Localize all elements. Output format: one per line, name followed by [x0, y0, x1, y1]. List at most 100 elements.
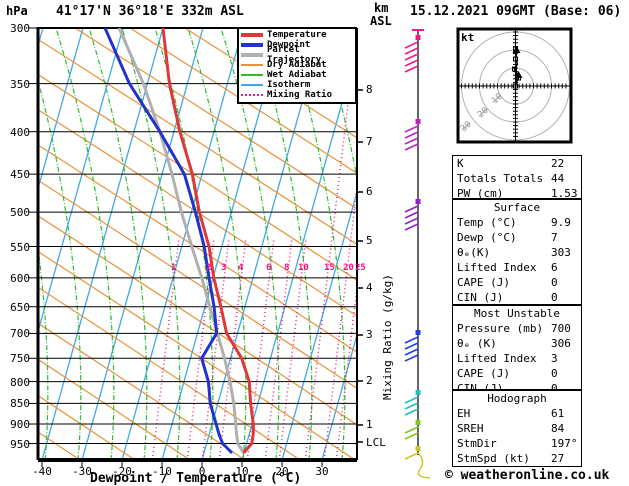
table-row-value: 44: [551, 172, 565, 185]
table-row: CAPE (J) 0: [453, 275, 581, 290]
table-row: Dewp (°C) 7: [453, 230, 581, 245]
mixing-ratio-value-label: 2: [206, 263, 212, 273]
mixing-ratio-legend-swatch: [241, 94, 263, 96]
table-row-label: Lifted Index: [457, 261, 537, 274]
km-tick-label: 5: [366, 234, 373, 247]
table-row: CAPE (J) 0: [453, 366, 581, 381]
dewpoint-legend-swatch: [241, 43, 263, 47]
km-axis-unit: km: [374, 1, 389, 15]
wind-barb-feather: [404, 432, 419, 440]
table-header-hodograph: Hodograph: [487, 392, 547, 405]
temp-tick-label: -30: [72, 465, 92, 478]
pressure-tick-label: 550: [10, 240, 30, 254]
table-row-label: CAPE (J): [457, 367, 510, 380]
km-tick-label: 4: [366, 281, 373, 294]
temp-tick-label: 30: [315, 465, 329, 478]
table-hodograph: Hodograph EH 61 SREH 84 StmDir 197° StmSpd (kt)…: [452, 390, 582, 467]
table-row: Temp (°C) 9.9: [453, 215, 581, 230]
wind-barb-level-marker: [415, 446, 421, 451]
temp-tick-label: 0: [198, 465, 206, 478]
mixing-ratio-value-label: 1: [171, 263, 177, 273]
mixing-ratio-value-label: 25: [355, 263, 366, 273]
temp-tick-label: -40: [32, 465, 52, 478]
pressure-tick-label: 650: [10, 300, 30, 314]
legend-item: Parcel Trajectory: [241, 45, 355, 65]
wind-barb-feather: [404, 205, 419, 213]
page-title: 41°17'N 36°18'E 332m ASL: [56, 4, 244, 19]
temp-tick-label: 10: [235, 465, 249, 478]
wind-barb-curl: [417, 452, 431, 479]
table-row-label: EH: [457, 407, 471, 420]
table-surface: Surface Temp (°C) 9.9 Dewp (°C) 7 θₑ(K) 303 Lif…: [452, 199, 582, 305]
table-row: K 22: [453, 156, 581, 171]
mixing-ratio-value-label: 3: [221, 263, 227, 273]
wind-barb: [404, 29, 424, 73]
legend-item-label: Temperature: [267, 30, 327, 40]
wind-barb-level-marker: [415, 330, 421, 335]
table-row: Totals Totals 44: [453, 171, 581, 186]
dry-adiabat-legend-swatch: [241, 64, 263, 66]
table-row-value: 0: [551, 367, 558, 380]
wind-barb-level-marker: [415, 390, 421, 395]
wind-barb: [404, 446, 431, 479]
pressure-tick-label: 600: [10, 271, 30, 285]
table-row-value: 27: [551, 452, 565, 465]
table-row-value: 306: [551, 337, 571, 350]
table-row-value: 22: [551, 157, 565, 170]
table-row: Lifted Index 6: [453, 260, 581, 275]
table-row-label: Pressure (mb): [457, 322, 544, 335]
pressure-tick-label: 900: [10, 418, 30, 432]
table-row-value: 6: [551, 261, 558, 274]
hodograph-unit-label: kt: [461, 31, 475, 44]
table-row: EH 61: [453, 406, 581, 421]
parcel-trajectory-legend-swatch: [241, 53, 263, 57]
wind-barb-feather: [404, 65, 419, 73]
mixing-ratio-line: [151, 239, 180, 460]
table-row-value: 61: [551, 407, 565, 420]
asl-axis-unit: ASL: [370, 14, 392, 28]
wind-barb-feather: [404, 402, 419, 410]
wind-barb-level-marker: [415, 35, 421, 40]
isotherm-legend-swatch: [241, 84, 263, 86]
copyright-link[interactable]: © weatheronline.co.uk: [445, 468, 609, 483]
km-tick-label: 6: [366, 185, 373, 198]
isotherm-line: [81, 28, 204, 460]
km-tick-label: 8: [366, 83, 373, 96]
pressure-tick-label: 950: [10, 437, 30, 451]
pressure-tick-label: 850: [10, 397, 30, 411]
table-header-surface: Surface: [493, 201, 541, 214]
wind-barb-feather: [404, 143, 419, 151]
wind-barb-feather: [404, 342, 419, 350]
table-row: θₑ(K) 303: [453, 245, 581, 260]
pressure-tick-label: 700: [10, 327, 30, 341]
table-row: CIN (J) 0: [453, 290, 581, 305]
table-row: StmDir 197°: [453, 436, 581, 451]
mixing-ratio-value-label: 8: [284, 263, 290, 273]
wind-barb-feather: [404, 125, 419, 133]
wind-barb-feather: [404, 47, 419, 55]
mixing-ratio-value-label: 15: [324, 263, 335, 273]
legend-item: Temperature: [241, 30, 355, 40]
wind-barb-feather: [404, 426, 419, 434]
legend-item-label: Dry Adiabat: [267, 60, 327, 70]
wind-barb-level-marker: [415, 119, 421, 124]
table-row-value: 197°: [551, 437, 578, 450]
pressure-tick-label: 450: [10, 168, 30, 182]
table-row-label: θₑ(K): [457, 246, 491, 259]
wind-barb-feather: [404, 211, 419, 219]
table-most-unstable: Most Unstable Pressure (mb) 700 θₑ (K) 306 Li…: [452, 305, 582, 395]
wind-barb-feather: [404, 348, 419, 356]
wind-barb-feather: [404, 137, 419, 145]
table-row-value: 9.9: [551, 216, 571, 229]
wind-barb-feather: [404, 396, 419, 404]
table-row-label: K: [457, 157, 464, 170]
table-row-label: Totals Totals: [457, 172, 544, 185]
wind-barb-feather: [404, 354, 419, 362]
table-row-label: CIN (J): [457, 291, 504, 304]
pressure-tick-label: 400: [10, 125, 30, 139]
table-header-most-unstable: Most Unstable: [473, 307, 561, 320]
wind-barb-feather: [404, 131, 419, 139]
pressure-axis-unit: hPa: [6, 4, 28, 18]
table-row-value: 84: [551, 422, 565, 435]
legend: Temperature Dewpoint Parcel Trajectory Dry …: [237, 27, 357, 104]
